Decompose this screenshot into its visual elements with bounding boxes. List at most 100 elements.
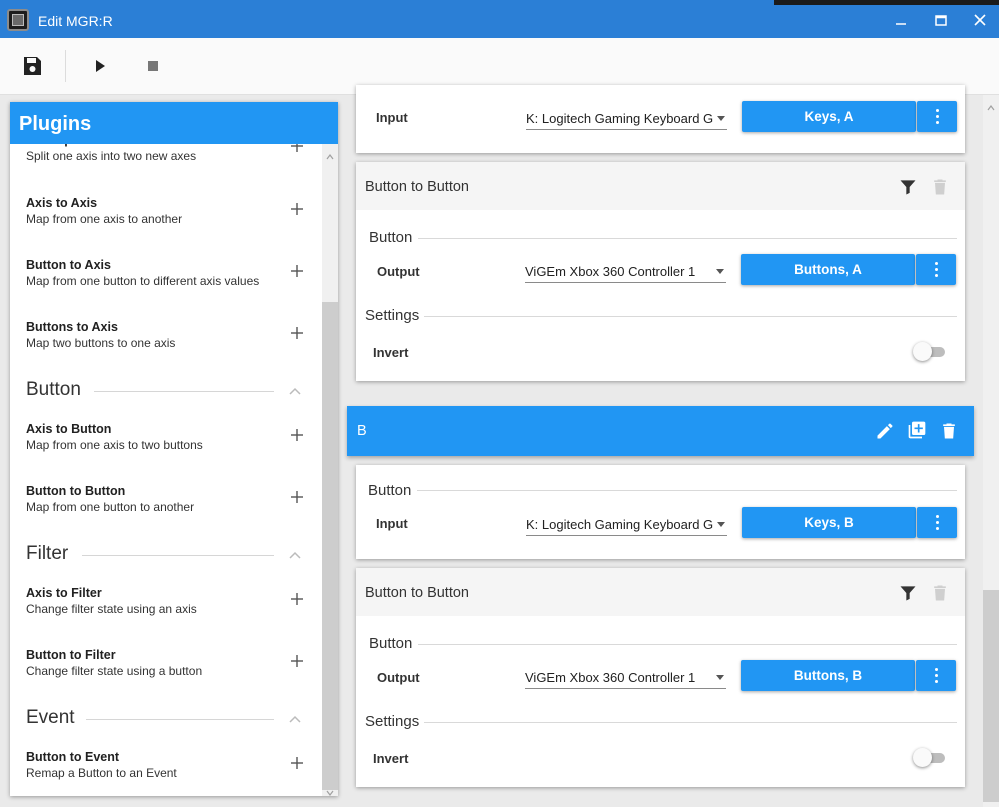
minimize-icon[interactable]: [889, 8, 913, 32]
title-bar-dark-strip: [774, 0, 999, 5]
invert-toggle[interactable]: [913, 342, 945, 362]
chevron-up-icon[interactable]: [288, 547, 302, 559]
category-event-header[interactable]: Event: [26, 707, 302, 733]
plugins-title: Plugins: [10, 102, 338, 144]
add-plugin-icon[interactable]: [290, 428, 304, 442]
delete-icon[interactable]: [930, 583, 950, 603]
section-button-label: Button: [369, 229, 413, 246]
plugin-title: Buttons to Axis: [26, 320, 118, 334]
section-divider: [418, 644, 957, 645]
chevron-up-icon[interactable]: [288, 383, 302, 395]
plugin-desc: Change filter state using an axis: [26, 602, 197, 616]
delete-icon[interactable]: [930, 177, 950, 197]
duplicate-icon[interactable]: [907, 420, 927, 440]
category-title: Event: [26, 707, 75, 728]
plugin-title: Button to Axis: [26, 258, 111, 272]
scroll-down-icon[interactable]: [326, 784, 334, 796]
plugin-title: Button to Event: [26, 750, 120, 764]
mapping-title: B: [357, 423, 367, 439]
section-divider: [424, 316, 957, 317]
add-plugin-icon[interactable]: [290, 202, 304, 216]
invert-label: Invert: [373, 345, 409, 360]
section-button-label: Button: [368, 482, 412, 499]
mappings-area: Input K: Logitech Gaming Keyboard G Keys…: [345, 85, 974, 807]
plugin-desc: Map from one axis to another: [26, 212, 183, 226]
plugin-desc: Map two buttons to one axis: [26, 336, 176, 350]
plugin-title: Button to Button: [26, 484, 126, 498]
plugins-scrollbar[interactable]: [322, 144, 338, 796]
plugin-item-axis-to-filter[interactable]: Axis to Filter Change filter state using…: [26, 586, 316, 626]
mappings-scrollbar[interactable]: [983, 95, 999, 807]
play-icon[interactable]: [88, 54, 112, 78]
plugin-item-button-to-filter[interactable]: Button to Filter Change filter state usi…: [26, 648, 316, 688]
plugin-item-button-to-axis[interactable]: Button to Axis Map from one button to di…: [26, 258, 316, 298]
delete-icon[interactable]: [939, 421, 959, 441]
input-label: Input: [376, 110, 408, 125]
more-options-icon[interactable]: [916, 254, 956, 285]
scroll-up-icon[interactable]: [987, 99, 995, 111]
output-binding-button[interactable]: Buttons, A: [741, 254, 915, 285]
maximize-icon[interactable]: [929, 8, 953, 32]
output-device-value: ViGEm Xbox 360 Controller 1: [525, 670, 696, 685]
plugin-item-button-to-event[interactable]: Button to Event Remap a Button to an Eve…: [26, 750, 316, 790]
plugins-scroll-thumb[interactable]: [322, 302, 338, 790]
output-device-select[interactable]: ViGEm Xbox 360 Controller 1: [525, 664, 726, 689]
filter-icon[interactable]: [898, 583, 918, 603]
add-plugin-icon[interactable]: [290, 592, 304, 606]
plugin-title: Axis to Button: [26, 422, 112, 436]
plugin-item-buttons-to-axis[interactable]: Buttons to Axis Map two buttons to one a…: [26, 320, 316, 360]
caret-down-icon: [717, 116, 725, 121]
more-options-icon[interactable]: [917, 101, 957, 132]
mapping-b-input-card: Button Input K: Logitech Gaming Keyboard…: [356, 465, 965, 559]
plugin-item-button-to-button[interactable]: Button to Button Map from one button to …: [26, 484, 316, 524]
category-button-header[interactable]: Button: [26, 379, 302, 405]
mapping-a-input-card: Input K: Logitech Gaming Keyboard G Keys…: [356, 85, 965, 153]
input-device-select[interactable]: K: Logitech Gaming Keyboard G: [526, 511, 727, 536]
add-plugin-icon[interactable]: [290, 326, 304, 340]
plugin-desc: Change filter state using a button: [26, 664, 203, 678]
category-title: Filter: [26, 543, 69, 564]
filter-icon[interactable]: [898, 177, 918, 197]
caret-down-icon: [716, 269, 724, 274]
add-plugin-icon[interactable]: [290, 264, 304, 278]
plugin-title: Axis to Filter: [26, 586, 102, 600]
input-label: Input: [376, 516, 408, 531]
input-device-value: K: Logitech Gaming Keyboard G: [526, 111, 714, 126]
invert-toggle[interactable]: [913, 748, 945, 768]
plugin-header: Button to Button: [356, 568, 965, 616]
section-divider: [424, 722, 957, 723]
more-options-icon[interactable]: [917, 507, 957, 538]
output-label: Output: [377, 264, 420, 279]
output-device-select[interactable]: ViGEm Xbox 360 Controller 1: [525, 258, 726, 283]
input-binding-button[interactable]: Keys, B: [742, 507, 916, 538]
add-plugin-icon[interactable]: [290, 756, 304, 770]
input-device-select[interactable]: K: Logitech Gaming Keyboard G: [526, 105, 727, 130]
output-device-value: ViGEm Xbox 360 Controller 1: [525, 264, 696, 279]
input-binding-button[interactable]: Keys, A: [742, 101, 916, 132]
add-plugin-icon[interactable]: [290, 654, 304, 668]
save-icon[interactable]: [20, 54, 44, 78]
edit-icon[interactable]: [875, 421, 895, 441]
more-options-icon[interactable]: [916, 660, 956, 691]
plugin-title: Axis to Axis: [26, 196, 98, 210]
plugin-desc: Split one axis into two new axes: [26, 149, 197, 163]
scroll-up-icon[interactable]: [326, 148, 334, 160]
output-binding-button[interactable]: Buttons, B: [741, 660, 915, 691]
stop-icon[interactable]: [141, 54, 165, 78]
category-divider: [94, 391, 274, 392]
mapping-b-header[interactable]: B: [347, 406, 974, 456]
section-button-label: Button: [369, 635, 413, 652]
plugin-item-axis-to-axis[interactable]: Axis to Axis Map from one axis to anothe…: [26, 196, 316, 236]
category-filter-header[interactable]: Filter: [26, 543, 302, 569]
close-icon[interactable]: [968, 8, 992, 32]
plugins-list[interactable]: Axis Splitter Split one axis into two ne…: [10, 102, 322, 796]
category-divider: [82, 555, 274, 556]
chevron-up-icon[interactable]: [288, 711, 302, 723]
add-plugin-icon[interactable]: [290, 490, 304, 504]
plugin-header: Button to Button: [356, 162, 965, 210]
plugin-title: Button to Filter: [26, 648, 116, 662]
plugin-item-axis-to-button[interactable]: Axis to Button Map from one axis to two …: [26, 422, 316, 462]
mappings-scroll-thumb[interactable]: [983, 590, 999, 802]
caret-down-icon: [717, 522, 725, 527]
ucr-chip-icon: [7, 9, 29, 31]
